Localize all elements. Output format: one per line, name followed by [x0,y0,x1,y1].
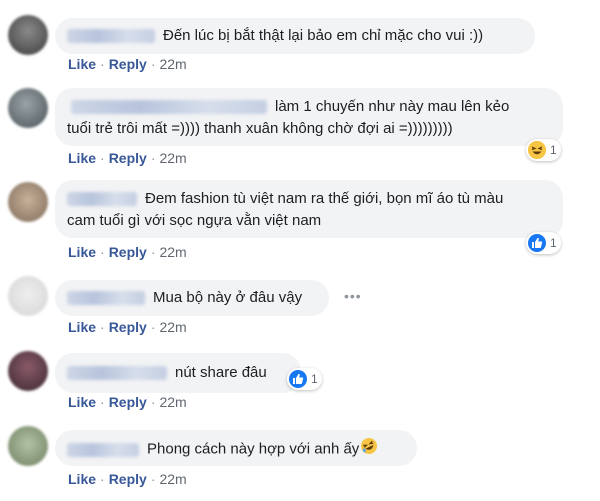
timestamp[interactable]: 22m [159,471,186,487]
comment-actions: Like · Reply · 22m [68,150,187,166]
timestamp[interactable]: 22m [159,150,186,166]
comment-actions: Like · Reply · 22m [68,56,187,72]
rofl-emoji-icon [360,437,378,462]
commenter-name[interactable] [67,29,155,44]
comment-text: nút share đâu [175,364,267,381]
reaction-count: 1 [550,236,557,250]
reaction-badge[interactable]: 1 [526,139,561,161]
reply-link[interactable]: Reply [109,244,147,260]
comment-bubble: Phong cách này hợp với anh ấy [55,430,417,466]
reply-link[interactable]: Reply [109,471,147,487]
like-icon [528,234,546,252]
reaction-count: 1 [311,372,318,386]
reply-link[interactable]: Reply [109,56,147,72]
avatar[interactable] [8,182,48,222]
reaction-badge[interactable]: 1 [526,232,561,254]
timestamp[interactable]: 22m [159,244,186,260]
reaction-badge[interactable]: 1 [287,368,322,390]
like-link[interactable]: Like [68,394,96,410]
comment-text-line: làm 1 chuyến như này mau lên kẻo [275,98,510,115]
like-link[interactable]: Like [68,471,96,487]
comment-bubble: Mua bộ này ở đâu vậy [55,280,329,316]
avatar[interactable] [8,276,48,316]
comment-text: Đến lúc bị bắt thật lại bảo em chỉ mặc c… [163,27,484,44]
like-link[interactable]: Like [68,244,96,260]
like-link[interactable]: Like [68,150,96,166]
haha-icon [528,141,546,159]
comment-bubble: làm 1 chuyến như này mau lên kẻo tuổi tr… [55,88,563,146]
comment-text-line: cam tuổi gì với sọc ngựa vằn việt nam [67,212,322,229]
reply-link[interactable]: Reply [109,394,147,410]
comment-bubble: nút share đâu [55,353,301,393]
more-options-icon[interactable]: ••• [344,288,362,304]
timestamp[interactable]: 22m [159,394,186,410]
comment-text-line: Đem fashion tù việt nam ra thế giới, bọn… [145,190,504,207]
comment-text: Phong cách này hợp với anh ấy [147,440,360,458]
reply-link[interactable]: Reply [109,150,147,166]
commenter-name[interactable] [67,291,145,306]
like-link[interactable]: Like [68,56,96,72]
avatar[interactable] [8,351,48,391]
comment-actions: Like · Reply · 22m [68,394,187,410]
comment-actions: Like · Reply · 22m [68,319,187,335]
comment-bubble: Đem fashion tù việt nam ra thế giới, bọn… [55,180,563,238]
comment-text-line: tuổi trẻ trôi mất =)))) thanh xuân không… [67,120,453,137]
avatar[interactable] [8,15,48,55]
like-link[interactable]: Like [68,319,96,335]
avatar[interactable] [8,426,48,466]
reply-link[interactable]: Reply [109,319,147,335]
comment-text: Mua bộ này ở đâu vậy [153,289,303,306]
comment-bubble: Đến lúc bị bắt thật lại bảo em chỉ mặc c… [55,18,535,54]
commenter-name[interactable] [67,442,139,457]
like-icon [289,370,307,388]
avatar[interactable] [8,88,48,128]
reaction-count: 1 [550,143,557,157]
comment-actions: Like · Reply · 22m [68,244,187,260]
commenter-name[interactable] [67,192,137,207]
timestamp[interactable]: 22m [159,56,186,72]
timestamp[interactable]: 22m [159,319,186,335]
commenter-name[interactable] [71,100,267,115]
commenter-name[interactable] [67,366,167,381]
comment-actions: Like · Reply · 22m [68,471,187,487]
